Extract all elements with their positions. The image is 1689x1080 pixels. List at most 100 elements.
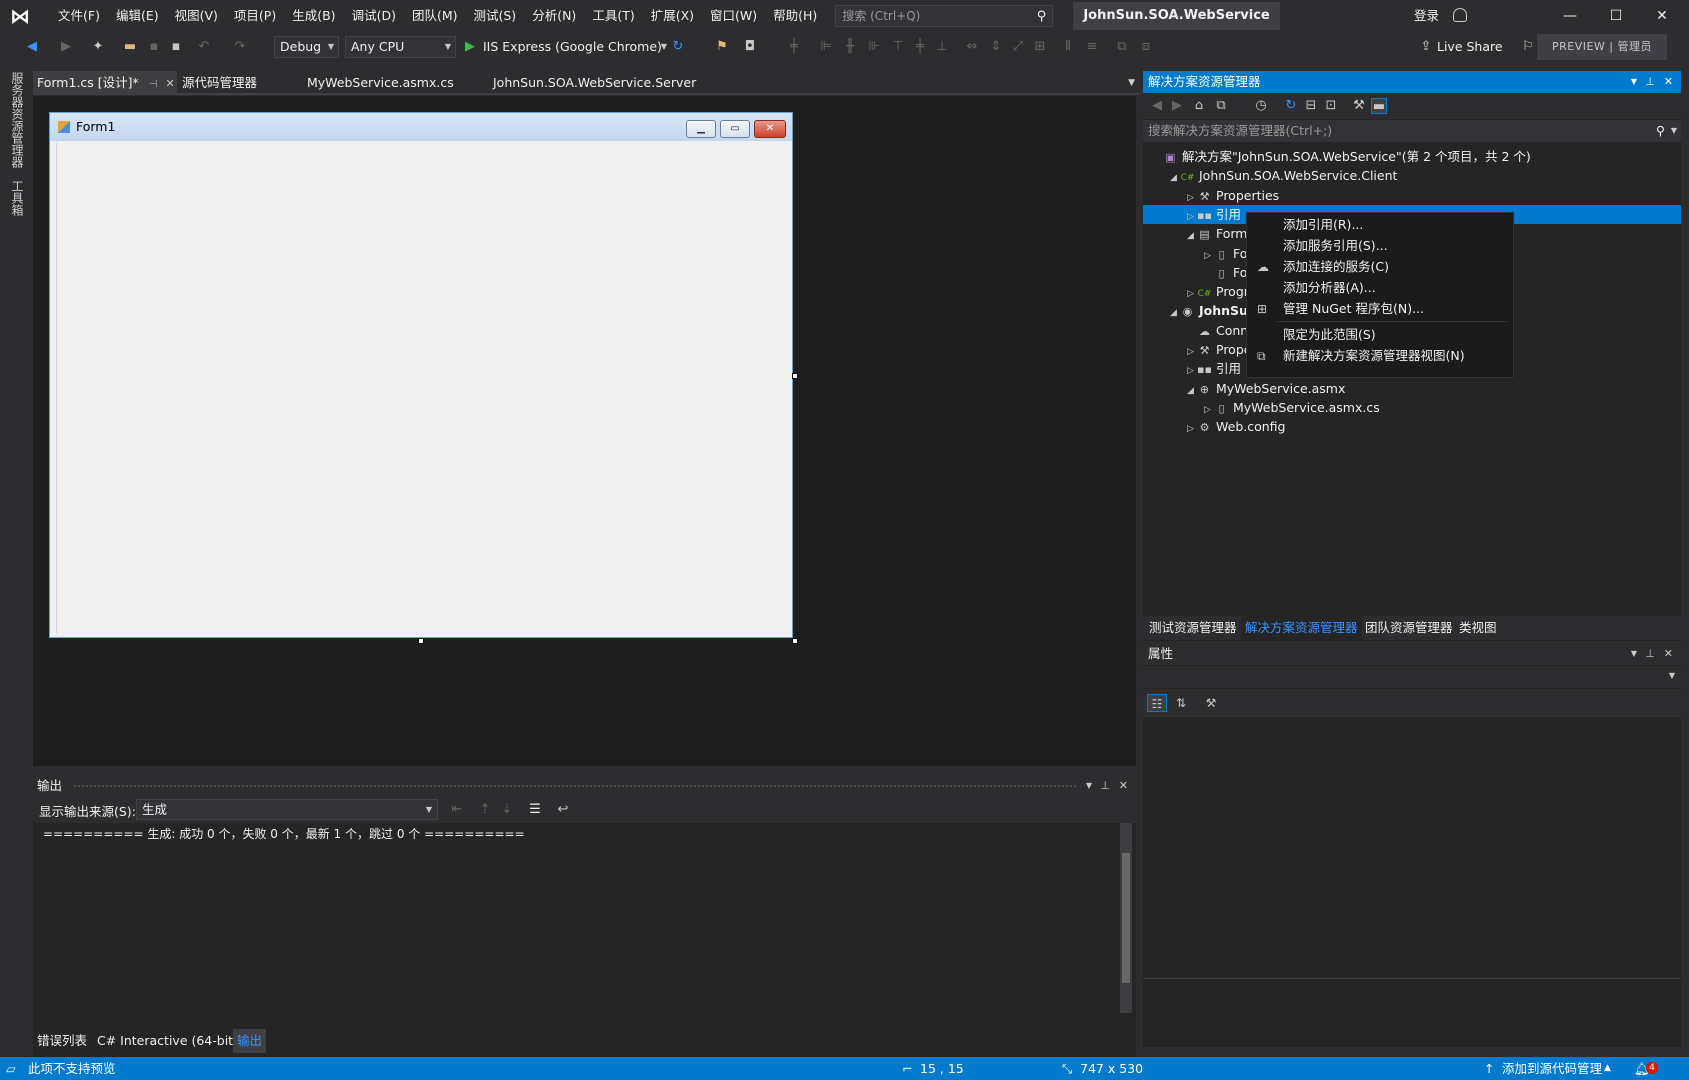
- back-icon[interactable]: ◀: [1149, 98, 1165, 114]
- menu-item-8[interactable]: 分析(N): [524, 0, 584, 32]
- toolbox-tab[interactable]: 工具箱: [9, 180, 26, 216]
- prev-message-icon[interactable]: ⇡: [477, 802, 493, 818]
- align-bottom-icon[interactable]: ⊥: [934, 39, 950, 55]
- home-icon[interactable]: ⌂: [1191, 98, 1207, 114]
- context-menu-item-4[interactable]: ⊞ 管理 NuGet 程序包(N)...: [1247, 299, 1513, 319]
- menu-item-2[interactable]: 视图(V): [167, 0, 226, 32]
- screenshot-icon[interactable]: ◘: [742, 39, 758, 55]
- menu-item-5[interactable]: 调试(D): [344, 0, 404, 32]
- play-icon[interactable]: ▶: [462, 39, 478, 55]
- h-spacing-icon[interactable]: ⫴: [1060, 39, 1076, 55]
- menu-item-3[interactable]: 项目(P): [226, 0, 284, 32]
- context-menu-item-2[interactable]: ☁ 添加连接的服务(C): [1247, 257, 1513, 277]
- property-pages-wrench-icon[interactable]: ⚒: [1201, 694, 1221, 712]
- expander-icon[interactable]: ◢: [1187, 227, 1197, 246]
- user-icon[interactable]: [1453, 8, 1467, 22]
- context-menu-item-6[interactable]: ⧉ 新建解决方案资源管理器视图(N): [1247, 346, 1513, 366]
- share-icon[interactable]: ⇪: [1418, 39, 1434, 55]
- menu-item-4[interactable]: 生成(B): [284, 0, 343, 32]
- quick-launch-search[interactable]: 搜索 (Ctrl+Q) ⚲: [835, 5, 1054, 27]
- align-left-icon[interactable]: ⊫: [818, 39, 834, 55]
- pending-changes-icon[interactable]: ◷: [1253, 98, 1269, 114]
- resize-handle-right[interactable]: [792, 373, 798, 379]
- menu-item-1[interactable]: 编辑(E): [108, 0, 167, 32]
- tab-overflow-chevron-icon[interactable]: ▼: [1124, 71, 1135, 95]
- categorized-icon[interactable]: ☷: [1147, 694, 1167, 712]
- menu-item-12[interactable]: 帮助(H): [765, 0, 825, 32]
- close-icon[interactable]: ✕: [1664, 643, 1673, 665]
- properties-wrench-icon[interactable]: ⚒: [1351, 98, 1367, 114]
- undo-icon[interactable]: ↶: [196, 39, 212, 55]
- align-grid-icon[interactable]: ╪: [786, 39, 802, 55]
- tab-class-view[interactable]: 类视图: [1459, 616, 1497, 640]
- tab-error-list[interactable]: 错误列表: [37, 1029, 87, 1053]
- server-explorer-tab[interactable]: 服务器资源管理器: [9, 72, 26, 168]
- expander-icon[interactable]: ◢: [1187, 382, 1197, 401]
- resize-handle-bottom[interactable]: [418, 638, 424, 644]
- context-menu-item-3[interactable]: 添加分析器(A)...: [1247, 278, 1513, 298]
- properties-object-dropdown[interactable]: ▼: [1143, 666, 1681, 688]
- same-size-icon[interactable]: ⤢: [1010, 39, 1026, 55]
- redo-icon[interactable]: ↷: [232, 39, 248, 55]
- tree-item[interactable]: ▣ 解决方案"JohnSun.SOA.WebService"(第 2 个项目，共 …: [1153, 147, 1531, 166]
- bring-to-front-icon[interactable]: ⧉: [1114, 39, 1130, 55]
- tab-form1-designer[interactable]: Form1.cs [设计]* ⊣ ✕: [33, 71, 177, 95]
- resize-handle-corner[interactable]: [792, 638, 798, 644]
- context-menu-item-0[interactable]: 添加引用(R)...: [1247, 215, 1513, 235]
- save-all-icon[interactable]: ▪: [168, 39, 184, 55]
- chevron-down-icon[interactable]: ▼: [1631, 643, 1637, 665]
- refresh-icon[interactable]: ↻: [1283, 98, 1299, 114]
- context-menu-item-1[interactable]: 添加服务引用(S)...: [1247, 236, 1513, 256]
- v-spacing-icon[interactable]: ≡: [1084, 39, 1100, 55]
- tab-team-explorer[interactable]: 团队资源管理器: [1365, 616, 1453, 640]
- feedback-icon[interactable]: ⚐: [1520, 39, 1536, 55]
- menu-item-9[interactable]: 工具(T): [584, 0, 642, 32]
- tab-source-control[interactable]: 源代码管理器: [178, 71, 257, 95]
- menu-item-6[interactable]: 团队(M): [404, 0, 466, 32]
- send-to-back-icon[interactable]: ⧈: [1138, 39, 1154, 55]
- alphabetical-icon[interactable]: ⇅: [1171, 694, 1191, 712]
- tree-item[interactable]: ◢ C# JohnSun.SOA.WebService.Client: [1170, 166, 1397, 185]
- close-icon[interactable]: ✕: [1664, 71, 1673, 93]
- forward-icon[interactable]: ▶: [58, 39, 74, 55]
- collapse-all-icon[interactable]: ⊟: [1303, 98, 1319, 114]
- menu-item-11[interactable]: 窗口(W): [702, 0, 765, 32]
- tab-solution-explorer[interactable]: 解决方案资源管理器: [1241, 616, 1362, 640]
- solution-explorer-search[interactable]: 搜索解决方案资源管理器(Ctrl+;) ⚲ ▼: [1143, 120, 1681, 142]
- output-scrollbar[interactable]: [1120, 823, 1132, 1013]
- form-close-icon[interactable]: ✕: [754, 120, 786, 138]
- chevron-down-icon[interactable]: ▼: [1631, 71, 1637, 93]
- close-button[interactable]: ✕: [1639, 0, 1685, 32]
- tab-output[interactable]: 输出: [233, 1029, 267, 1053]
- tree-item[interactable]: ▷⚒Properties: [1187, 186, 1279, 205]
- close-tab-icon[interactable]: ✕: [166, 72, 175, 96]
- tree-item[interactable]: ▷ ▯ MyWebService.asmx.cs: [1204, 398, 1380, 417]
- size-to-grid-icon[interactable]: ⊞: [1032, 39, 1048, 55]
- scroll-thumb[interactable]: [1122, 853, 1130, 983]
- close-icon[interactable]: ✕: [1119, 775, 1128, 797]
- new-project-icon[interactable]: ✦: [90, 39, 106, 55]
- find-message-icon[interactable]: ⇤: [449, 802, 465, 818]
- tab-csharp-interactive[interactable]: C# Interactive (64-bit): [97, 1029, 238, 1053]
- switch-views-icon[interactable]: ⧉: [1213, 98, 1229, 114]
- preview-selected-icon[interactable]: ▬: [1371, 98, 1387, 114]
- back-icon[interactable]: ◀: [24, 39, 40, 55]
- minimize-button[interactable]: —: [1547, 0, 1593, 32]
- configuration-dropdown[interactable]: Debug ▼: [274, 36, 339, 58]
- output-source-dropdown[interactable]: 生成 ▼: [136, 799, 438, 820]
- context-menu-item-5[interactable]: 限定为此范围(S): [1247, 325, 1513, 345]
- align-center-icon[interactable]: ╫: [842, 39, 858, 55]
- live-share-button[interactable]: Live Share: [1437, 36, 1503, 58]
- word-wrap-icon[interactable]: ↩: [555, 802, 571, 818]
- add-to-source-control-button[interactable]: 添加到源代码管理: [1502, 1057, 1602, 1080]
- login-link[interactable]: 登录: [1414, 0, 1439, 32]
- form1-window[interactable]: Form1 ▁ ▭ ✕: [49, 112, 793, 638]
- tree-item[interactable]: ▷ ▪▪ 引用: [1187, 359, 1241, 378]
- form-maximize-icon[interactable]: ▭: [720, 120, 750, 138]
- menu-item-0[interactable]: 文件(F): [50, 0, 108, 32]
- tree-item[interactable]: ▷ ⚙ Web.config: [1187, 417, 1285, 436]
- save-icon[interactable]: ▪: [146, 39, 162, 55]
- expander-icon[interactable]: ◢: [1170, 169, 1180, 188]
- refresh-icon[interactable]: ↻: [670, 39, 686, 55]
- form1-client-area[interactable]: [56, 143, 786, 633]
